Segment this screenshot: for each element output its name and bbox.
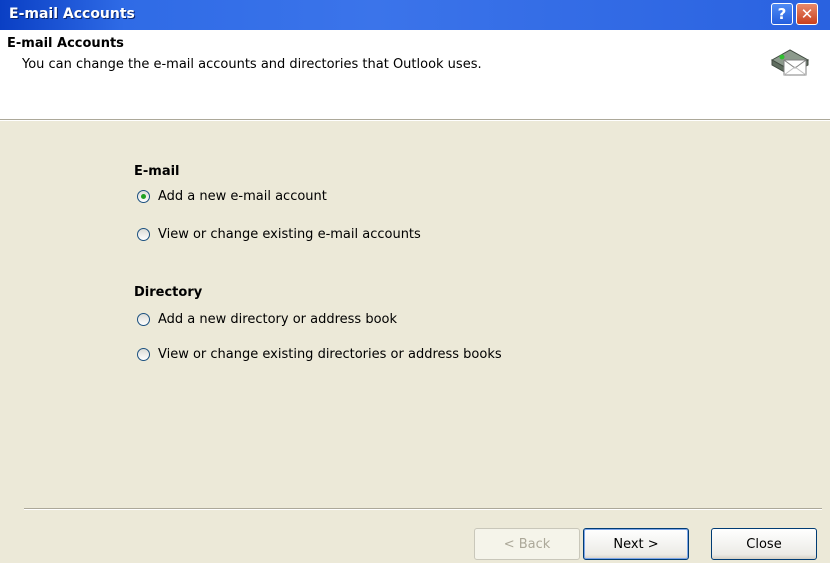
radio-label: Add a new directory or address book — [158, 312, 398, 327]
radio-button[interactable] — [137, 228, 150, 241]
page-subtitle: You can change the e-mail accounts and d… — [22, 57, 482, 72]
radio-add-email-account[interactable]: Add a new e-mail account — [137, 189, 327, 204]
radio-button-checked[interactable] — [137, 190, 150, 203]
help-button[interactable]: ? — [771, 3, 793, 25]
back-button[interactable]: < Back — [474, 528, 580, 560]
radio-add-directory[interactable]: Add a new directory or address book — [137, 312, 397, 327]
footer-divider — [24, 508, 822, 510]
header-panel — [0, 30, 830, 120]
header-divider — [0, 119, 830, 121]
help-icon: ? — [777, 5, 787, 23]
radio-button[interactable] — [137, 313, 150, 326]
window-title: E-mail Accounts — [9, 6, 135, 22]
close-window-button[interactable]: ✕ — [796, 3, 818, 25]
next-button[interactable]: Next > — [583, 528, 689, 560]
email-group-label: E-mail — [134, 164, 180, 179]
close-icon: ✕ — [800, 5, 814, 23]
radio-button[interactable] — [137, 348, 150, 361]
radio-view-directories[interactable]: View or change existing directories or a… — [137, 347, 502, 362]
close-button[interactable]: Close — [711, 528, 817, 560]
radio-label: View or change existing e-mail accounts — [158, 227, 421, 242]
radio-label: Add a new e-mail account — [158, 189, 327, 204]
radio-view-email-accounts[interactable]: View or change existing e-mail accounts — [137, 227, 421, 242]
page-title: E-mail Accounts — [7, 36, 124, 51]
directory-group-label: Directory — [134, 285, 203, 300]
email-accounts-icon — [770, 49, 810, 76]
title-bar[interactable]: E-mail Accounts ? ✕ — [0, 0, 830, 30]
radio-label: View or change existing directories or a… — [158, 347, 502, 362]
